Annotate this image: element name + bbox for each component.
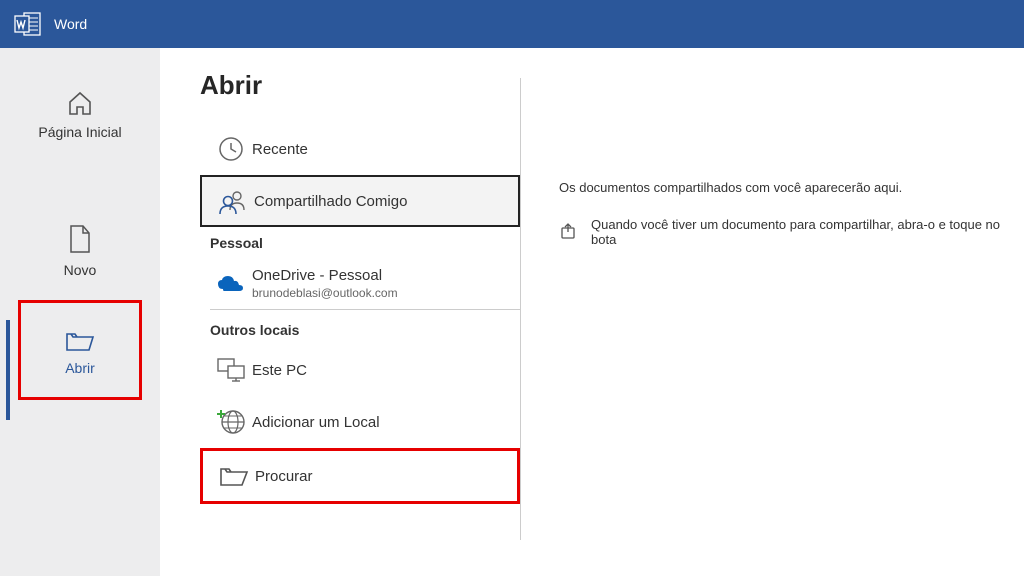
share-icon — [559, 222, 577, 243]
open-content-column: Os documentos compartilhados com você ap… — [521, 48, 1024, 576]
nav-new-label: Novo — [64, 262, 97, 278]
globe-plus-icon — [210, 408, 252, 436]
titlebar: Word — [0, 0, 1024, 48]
onedrive-icon — [210, 273, 252, 293]
left-nav: Página Inicial Novo Abrir — [0, 48, 160, 576]
nav-open[interactable]: Abrir — [0, 314, 160, 394]
nav-home-label: Página Inicial — [38, 124, 121, 140]
open-locations-column: Abrir Recente Compartilhado Comigo Pesso… — [160, 48, 520, 576]
location-recent[interactable]: Recente — [200, 123, 520, 175]
onedrive-email: brunodeblasi@outlook.com — [252, 286, 398, 300]
location-recent-label: Recente — [252, 141, 308, 158]
onedrive-label: OneDrive - Pessoal — [252, 267, 398, 284]
nav-new[interactable]: Novo — [0, 210, 160, 296]
location-shared-with-me[interactable]: Compartilhado Comigo — [200, 175, 520, 227]
location-thispc[interactable]: Este PC — [200, 344, 520, 396]
location-onedrive[interactable]: OneDrive - Pessoal brunodeblasi@outlook.… — [200, 257, 520, 309]
folder-browse-icon — [213, 464, 255, 488]
location-add-place[interactable]: Adicionar um Local — [200, 396, 520, 448]
divider — [210, 309, 520, 310]
location-browse[interactable]: Procurar — [200, 448, 520, 504]
location-shared-label: Compartilhado Comigo — [254, 193, 407, 210]
browse-label: Procurar — [255, 468, 313, 485]
thispc-label: Este PC — [252, 362, 307, 379]
share-instruction-text: Quando você tiver um documento para comp… — [591, 217, 1024, 247]
nav-home[interactable]: Página Inicial — [0, 76, 160, 158]
open-heading: Abrir — [200, 70, 520, 101]
app-title: Word — [54, 16, 87, 32]
home-icon — [66, 90, 94, 116]
word-icon — [14, 12, 42, 36]
folder-open-icon — [65, 328, 95, 352]
clock-icon — [210, 135, 252, 163]
shared-empty-message: Os documentos compartilhados com você ap… — [559, 180, 1024, 195]
share-instruction: Quando você tiver um documento para comp… — [559, 217, 1024, 247]
pc-icon — [210, 357, 252, 383]
section-other: Outros locais — [200, 314, 520, 344]
addplace-label: Adicionar um Local — [252, 414, 380, 431]
people-icon — [212, 188, 254, 214]
section-personal: Pessoal — [200, 227, 520, 257]
document-icon — [68, 224, 92, 254]
nav-open-label: Abrir — [65, 360, 95, 376]
